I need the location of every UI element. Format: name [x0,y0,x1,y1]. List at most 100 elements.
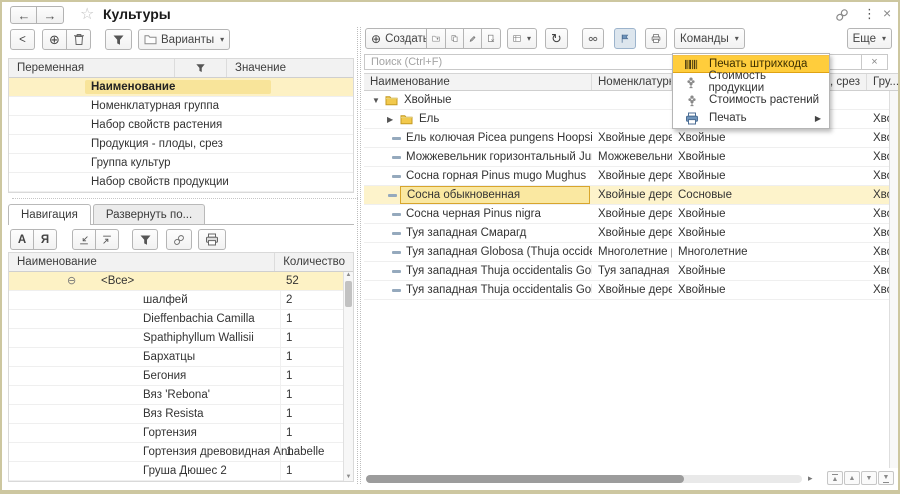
nav-row[interactable]: Груша Дюшес 21 [9,462,353,481]
scrollbar-thumb[interactable] [366,475,684,483]
vertical-scrollbar[interactable] [889,91,898,468]
filter-button[interactable] [132,229,158,250]
vertical-scrollbar[interactable]: ▲ ▼ [343,272,353,481]
mark-deletion-button[interactable] [481,28,501,49]
filter-button[interactable] [105,29,132,50]
edit-button[interactable] [463,28,482,49]
collapse-node-icon[interactable]: ⊖ [67,274,76,287]
get-link-icon[interactable] [835,8,849,22]
collapsed-node-icon[interactable]: ▶ [387,115,393,124]
column-count[interactable]: Количество [275,253,353,271]
nav-row[interactable]: Вяз 'Rebona'1 [9,386,353,405]
nav-row-count: 2 [286,294,292,306]
column-variable[interactable]: Переменная [9,59,175,77]
view-mode-button[interactable]: ▾ [507,28,537,49]
sort-asc-button[interactable]: А [10,229,34,250]
tree-cell-production [757,148,867,166]
nav-row[interactable]: Гортензия1 [9,424,353,443]
go-down-button[interactable]: ▼ [861,471,877,485]
go-up-button[interactable]: ▲ [844,471,860,485]
panel-splitter[interactable] [357,27,358,484]
tree-cell-production [757,186,867,204]
close-icon[interactable]: × [883,5,891,21]
tab-expand-by[interactable]: Развернуть по... [93,204,205,225]
clear-search-button[interactable]: × [861,55,887,69]
column-nomenclature[interactable]: Номенклатурна... [592,74,672,90]
add-button[interactable]: ⊕ [42,29,67,50]
expand-all-button[interactable] [95,229,119,250]
nav-row[interactable]: Вяз Resista1 [9,405,353,424]
tree-row[interactable]: Ель колючая Picea pungens HoopsiiХвойные… [364,129,898,148]
tree-row[interactable]: Туя западная Globosa (Thuja occidentalis… [364,243,898,262]
get-link-button[interactable] [166,229,192,250]
page-delete-icon [487,32,495,45]
collapse-all-button[interactable] [72,229,96,250]
column-name[interactable]: Наименование [364,74,592,90]
flag-button[interactable] [614,28,636,49]
collapse-panel-button[interactable]: < [10,29,35,50]
nav-row[interactable]: Бархатцы1 [9,348,353,367]
horizontal-scrollbar[interactable] [366,475,802,483]
nav-row[interactable]: Spathiphyllum Wallisii1 [9,329,353,348]
variables-row[interactable]: Набор свойств растения [9,116,353,135]
variables-row[interactable]: Номенклатурная группа [9,97,353,116]
active-cell[interactable]: Сосна обыкновенная [400,186,590,204]
variables-row[interactable]: Набор свойств продукции [9,173,353,192]
expanded-node-icon[interactable]: ▼ [372,96,380,105]
nav-row[interactable]: Dieffenbachia Camilla1 [9,310,353,329]
tree-row[interactable]: Сосна черная Pinus nigraХвойные дерев...… [364,205,898,224]
set-interval-button[interactable] [582,28,604,49]
tree-row[interactable]: Сосна обыкновеннаяХвойные дерев...Соснов… [364,186,898,205]
scrollbar-thumb[interactable] [345,281,352,307]
tree-row[interactable]: Туя западная СмарагдХвойные дерев...Хвой… [364,224,898,243]
menu-item[interactable]: Стоимость продукции [673,73,829,91]
go-first-button[interactable]: ▲ [827,471,843,485]
print-button[interactable] [645,28,667,49]
print-button[interactable] [198,229,226,250]
tree-row[interactable]: Сосна горная Pinus mugo MughusХвойные де… [364,167,898,186]
column-name[interactable]: Наименование [9,253,275,271]
nav-row[interactable]: Бегония1 [9,367,353,386]
commands-button[interactable]: Команды ▾ [674,28,745,49]
menu-item[interactable]: Печать▶ [673,109,829,127]
more-button[interactable]: Еще ▾ [847,28,892,49]
more-menu-icon[interactable]: ⋮ [863,6,876,22]
refresh-button[interactable]: ↻ [545,28,568,49]
horizontal-splitter[interactable] [12,198,358,199]
refresh-icon: ↻ [551,31,562,47]
variables-row[interactable]: Наименование [9,78,353,97]
nav-row-name: Вяз Resista [143,408,204,420]
tree-cell-nomenclature: Хвойные дерев... [592,205,672,223]
sort-desc-button[interactable]: Я [33,229,57,250]
tree-row[interactable]: Можжевельник горизонтальный Juniperus ho… [364,148,898,167]
tab-navigation[interactable]: Навигация [8,204,91,225]
variables-row[interactable]: Продукция - плоды, срез [9,135,353,154]
tree-row-label: Сосна обыкновенная [407,189,520,201]
copy-button[interactable] [445,28,464,49]
delete-button[interactable] [66,29,91,50]
tree-row[interactable]: Туя западная Thuja occidentalis Golden B… [364,262,898,281]
column-filter[interactable] [175,59,227,77]
scroll-down-icon[interactable]: ▼ [344,474,353,480]
scroll-right-icon[interactable]: ▸ [808,473,813,484]
column-value[interactable]: Значение [227,59,353,77]
tree-cell-nomenclature: Многолетние ра... [592,243,672,261]
tree-cell-property-set: Хвойные [672,224,757,242]
favorite-star-icon[interactable]: ☆ [80,4,94,24]
column-group[interactable]: Гру... [867,74,898,90]
tree-row[interactable]: Туя западная Thuja occidentalis Golden G… [364,281,898,300]
nav-row[interactable]: шалфей2 [9,291,353,310]
column-variable-label: Переменная [17,62,84,74]
history-back-button[interactable]: ← [10,6,38,24]
menu-item[interactable]: Стоимость растений [673,91,829,109]
variables-row[interactable]: Группа культур [9,154,353,173]
scroll-up-icon[interactable]: ▲ [344,272,353,278]
go-last-button[interactable]: ▼ [878,471,894,485]
navigation-toolbar: А Я [8,229,354,252]
create-group-button[interactable] [426,28,446,49]
nav-row[interactable]: Гортензия древовидная Annabelle1 [9,443,353,462]
nav-row[interactable]: ⊖<Все>52 [9,272,353,291]
create-button[interactable]: ⊕ Создать [365,28,435,49]
variants-button[interactable]: Варианты ▾ [138,29,230,50]
history-forward-button[interactable]: → [36,6,64,24]
